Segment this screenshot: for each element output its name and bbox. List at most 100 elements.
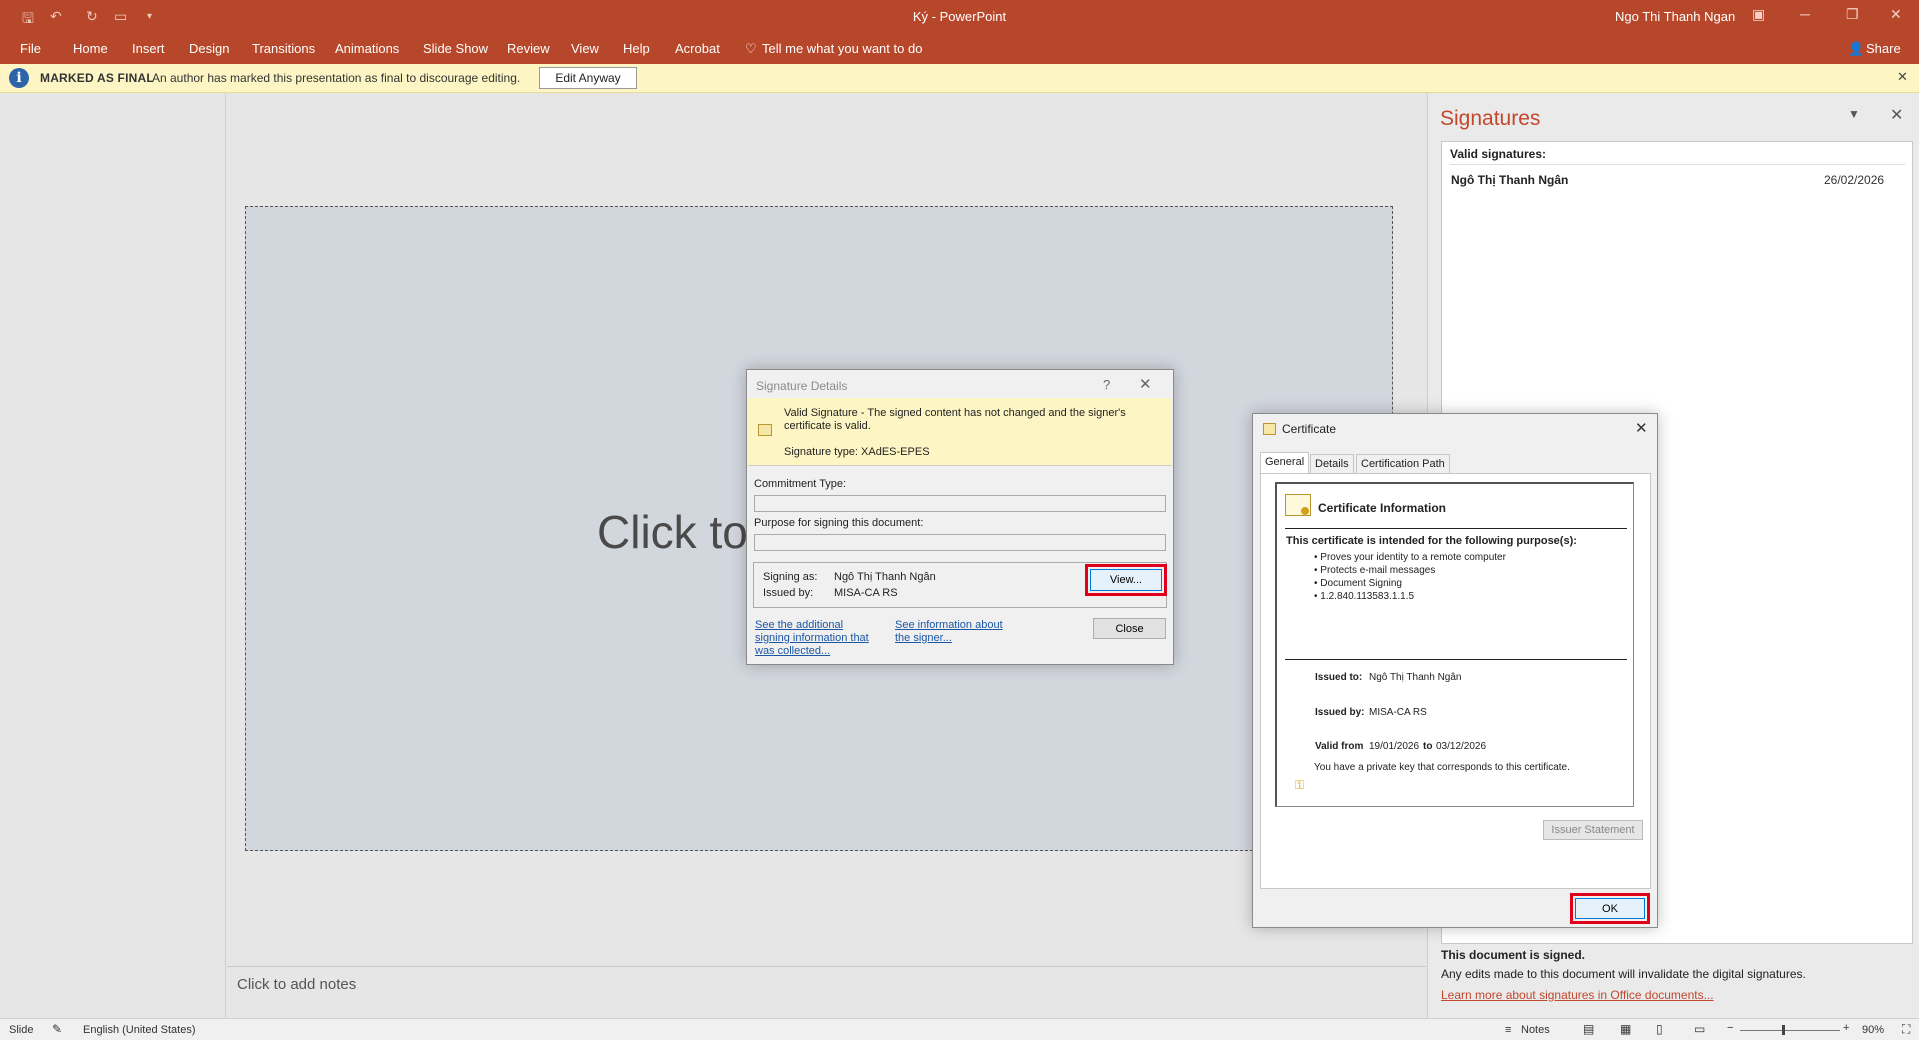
issued-to-label: Issued to: <box>1315 672 1363 683</box>
restore-icon[interactable]: ❐ <box>1846 6 1859 23</box>
commitment-type-field <box>754 495 1166 512</box>
tab-insert[interactable]: Insert <box>132 41 165 56</box>
slide-thumbnails-pane[interactable] <box>0 93 226 1018</box>
signature-date[interactable]: 26/02/2026 <box>1824 173 1884 187</box>
signatures-pane-title: Signatures <box>1440 107 1541 130</box>
valid-from-value: 19/01/2026 <box>1369 741 1420 752</box>
valid-to-value: 03/12/2026 <box>1436 741 1487 752</box>
title-bar: 🖫 ↶ ↻ ▭ ▾ Ký - PowerPoint Ngo Thi Thanh … <box>0 0 1919 34</box>
certificate-dialog: Certificate ✕ General Details Certificat… <box>1252 413 1658 928</box>
status-bar: Slide ✎ English (United States) ≡ Notes … <box>0 1018 1919 1040</box>
close-icon[interactable]: ✕ <box>1890 105 1903 125</box>
info-icon: i <box>9 68 29 88</box>
issued-by-value: MISA-CA RS <box>1369 707 1427 718</box>
signer-info-link[interactable]: See information about the signer... <box>895 619 1020 645</box>
tab-general[interactable]: General <box>1260 452 1310 474</box>
notes-pane[interactable]: Click to add notes <box>227 966 1426 1018</box>
info-bar-message: An author has marked this presentation a… <box>152 71 521 85</box>
language-indicator[interactable]: English (United States) <box>83 1024 196 1036</box>
signature-type: Signature type: XAdES-EPES <box>784 446 930 458</box>
list-item: 1.2.840.113583.1.1.5 <box>1314 590 1506 603</box>
slide-show-icon[interactable]: ▭ <box>1694 1022 1705 1036</box>
zoom-slider[interactable] <box>1740 1030 1840 1031</box>
signer-info-box: Signing as: Ngô Thị Thanh Ngân Issued by… <box>753 562 1167 608</box>
zoom-out-icon[interactable]: − <box>1727 1022 1733 1034</box>
certificate-icon <box>1285 494 1311 516</box>
list-item: Document Signing <box>1314 577 1506 590</box>
valid-to-label: to <box>1423 741 1433 752</box>
minimize-icon[interactable]: ─ <box>1800 6 1810 22</box>
tab-transitions[interactable]: Transitions <box>252 41 315 56</box>
issued-by-label: Issued by: <box>1315 707 1365 718</box>
certificate-icon <box>1263 423 1276 435</box>
info-bar-title: MARKED AS FINAL <box>40 71 154 85</box>
user-name[interactable]: Ngo Thi Thanh Ngan <box>1615 9 1735 24</box>
tab-review[interactable]: Review <box>507 41 550 56</box>
signature-icon <box>758 424 772 436</box>
close-icon[interactable]: ✕ <box>1635 419 1648 437</box>
slide-indicator: Slide <box>9 1024 34 1036</box>
tab-details[interactable]: Details <box>1310 454 1354 473</box>
share-button[interactable]: Share <box>1866 41 1901 56</box>
fit-to-window-icon[interactable]: ⛶ <box>1902 1022 1910 1037</box>
purpose-list: Proves your identity to a remote compute… <box>1314 551 1506 603</box>
signature-details-dialog: Signature Details ? ✕ Valid Signature - … <box>746 369 1174 665</box>
tab-view[interactable]: View <box>571 41 599 56</box>
divider <box>1285 528 1627 529</box>
ribbon-display-options-icon[interactable]: ▣ <box>1752 6 1765 23</box>
validity-text: Valid Signature - The signed content has… <box>784 407 1126 432</box>
zoom-slider-thumb[interactable] <box>1782 1025 1785 1035</box>
tab-animations[interactable]: Animations <box>335 41 399 56</box>
general-tab-panel: Certificate Information This certificate… <box>1260 473 1651 889</box>
normal-view-icon[interactable]: ▤ <box>1583 1022 1594 1036</box>
document-signed-text: This document is signed. <box>1441 948 1586 962</box>
certificate-info-heading: Certificate Information <box>1318 501 1447 515</box>
signature-signer[interactable]: Ngô Thị Thanh Ngân <box>1451 173 1568 187</box>
signing-as-label: Signing as: <box>763 571 818 583</box>
list-item: Proves your identity to a remote compute… <box>1314 551 1506 564</box>
share-icon: 👤 <box>1848 41 1865 56</box>
private-key-text: You have a private key that corresponds … <box>1314 762 1570 773</box>
purpose-heading: This certificate is intended for the fol… <box>1286 535 1577 547</box>
validity-banner: Valid Signature - The signed content has… <box>748 398 1172 466</box>
signing-as-value: Ngô Thị Thanh Ngân <box>834 571 936 583</box>
tab-home[interactable]: Home <box>73 41 108 56</box>
dialog-title: Certificate <box>1282 422 1337 436</box>
reading-view-icon[interactable]: ▯ <box>1656 1022 1663 1036</box>
tab-help[interactable]: Help <box>623 41 650 56</box>
close-icon[interactable]: ✕ <box>1897 69 1908 85</box>
divider <box>1285 659 1627 660</box>
edits-warning-text: Any edits made to this document will inv… <box>1441 967 1806 981</box>
zoom-level[interactable]: 90% <box>1862 1024 1884 1036</box>
tab-acrobat[interactable]: Acrobat <box>675 41 720 56</box>
notes-placeholder[interactable]: Click to add notes <box>237 976 356 993</box>
edit-anyway-button[interactable]: Edit Anyway <box>539 67 637 89</box>
learn-more-link[interactable]: Learn more about signatures in Office do… <box>1441 988 1714 1002</box>
spelling-icon[interactable]: ✎ <box>52 1022 62 1036</box>
ribbon-tabs: File Home Insert Design Transitions Anim… <box>0 34 1919 64</box>
tab-file[interactable]: File <box>20 41 41 56</box>
purpose-label: Purpose for signing this document: <box>754 517 924 529</box>
dialog-title: Signature Details <box>756 379 848 393</box>
chevron-down-icon[interactable]: ▼ <box>1848 107 1860 121</box>
issuer-statement-button: Issuer Statement <box>1543 820 1643 840</box>
close-icon[interactable]: ✕ <box>1139 375 1152 393</box>
notes-button[interactable]: Notes <box>1521 1024 1550 1036</box>
divider <box>1450 164 1905 165</box>
additional-info-link[interactable]: See the additional signing information t… <box>755 619 875 658</box>
help-icon[interactable]: ? <box>1103 377 1110 392</box>
zoom-in-icon[interactable]: + <box>1843 1022 1849 1034</box>
purpose-field <box>754 534 1166 551</box>
close-button[interactable]: Close <box>1093 618 1166 639</box>
slide-sorter-icon[interactable]: ▦ <box>1620 1022 1631 1036</box>
commitment-type-label: Commitment Type: <box>754 478 847 490</box>
view-certificate-button[interactable]: View... <box>1085 564 1167 596</box>
marked-as-final-bar: i MARKED AS FINAL An author has marked t… <box>0 64 1919 93</box>
ok-button[interactable]: OK <box>1570 893 1650 924</box>
notes-icon: ≡ <box>1505 1024 1512 1036</box>
tell-me-search[interactable]: Tell me what you want to do <box>762 41 922 56</box>
tab-design[interactable]: Design <box>189 41 229 56</box>
tab-slide-show[interactable]: Slide Show <box>423 41 488 56</box>
tab-certification-path[interactable]: Certification Path <box>1356 454 1450 473</box>
close-window-icon[interactable]: ✕ <box>1890 6 1902 23</box>
